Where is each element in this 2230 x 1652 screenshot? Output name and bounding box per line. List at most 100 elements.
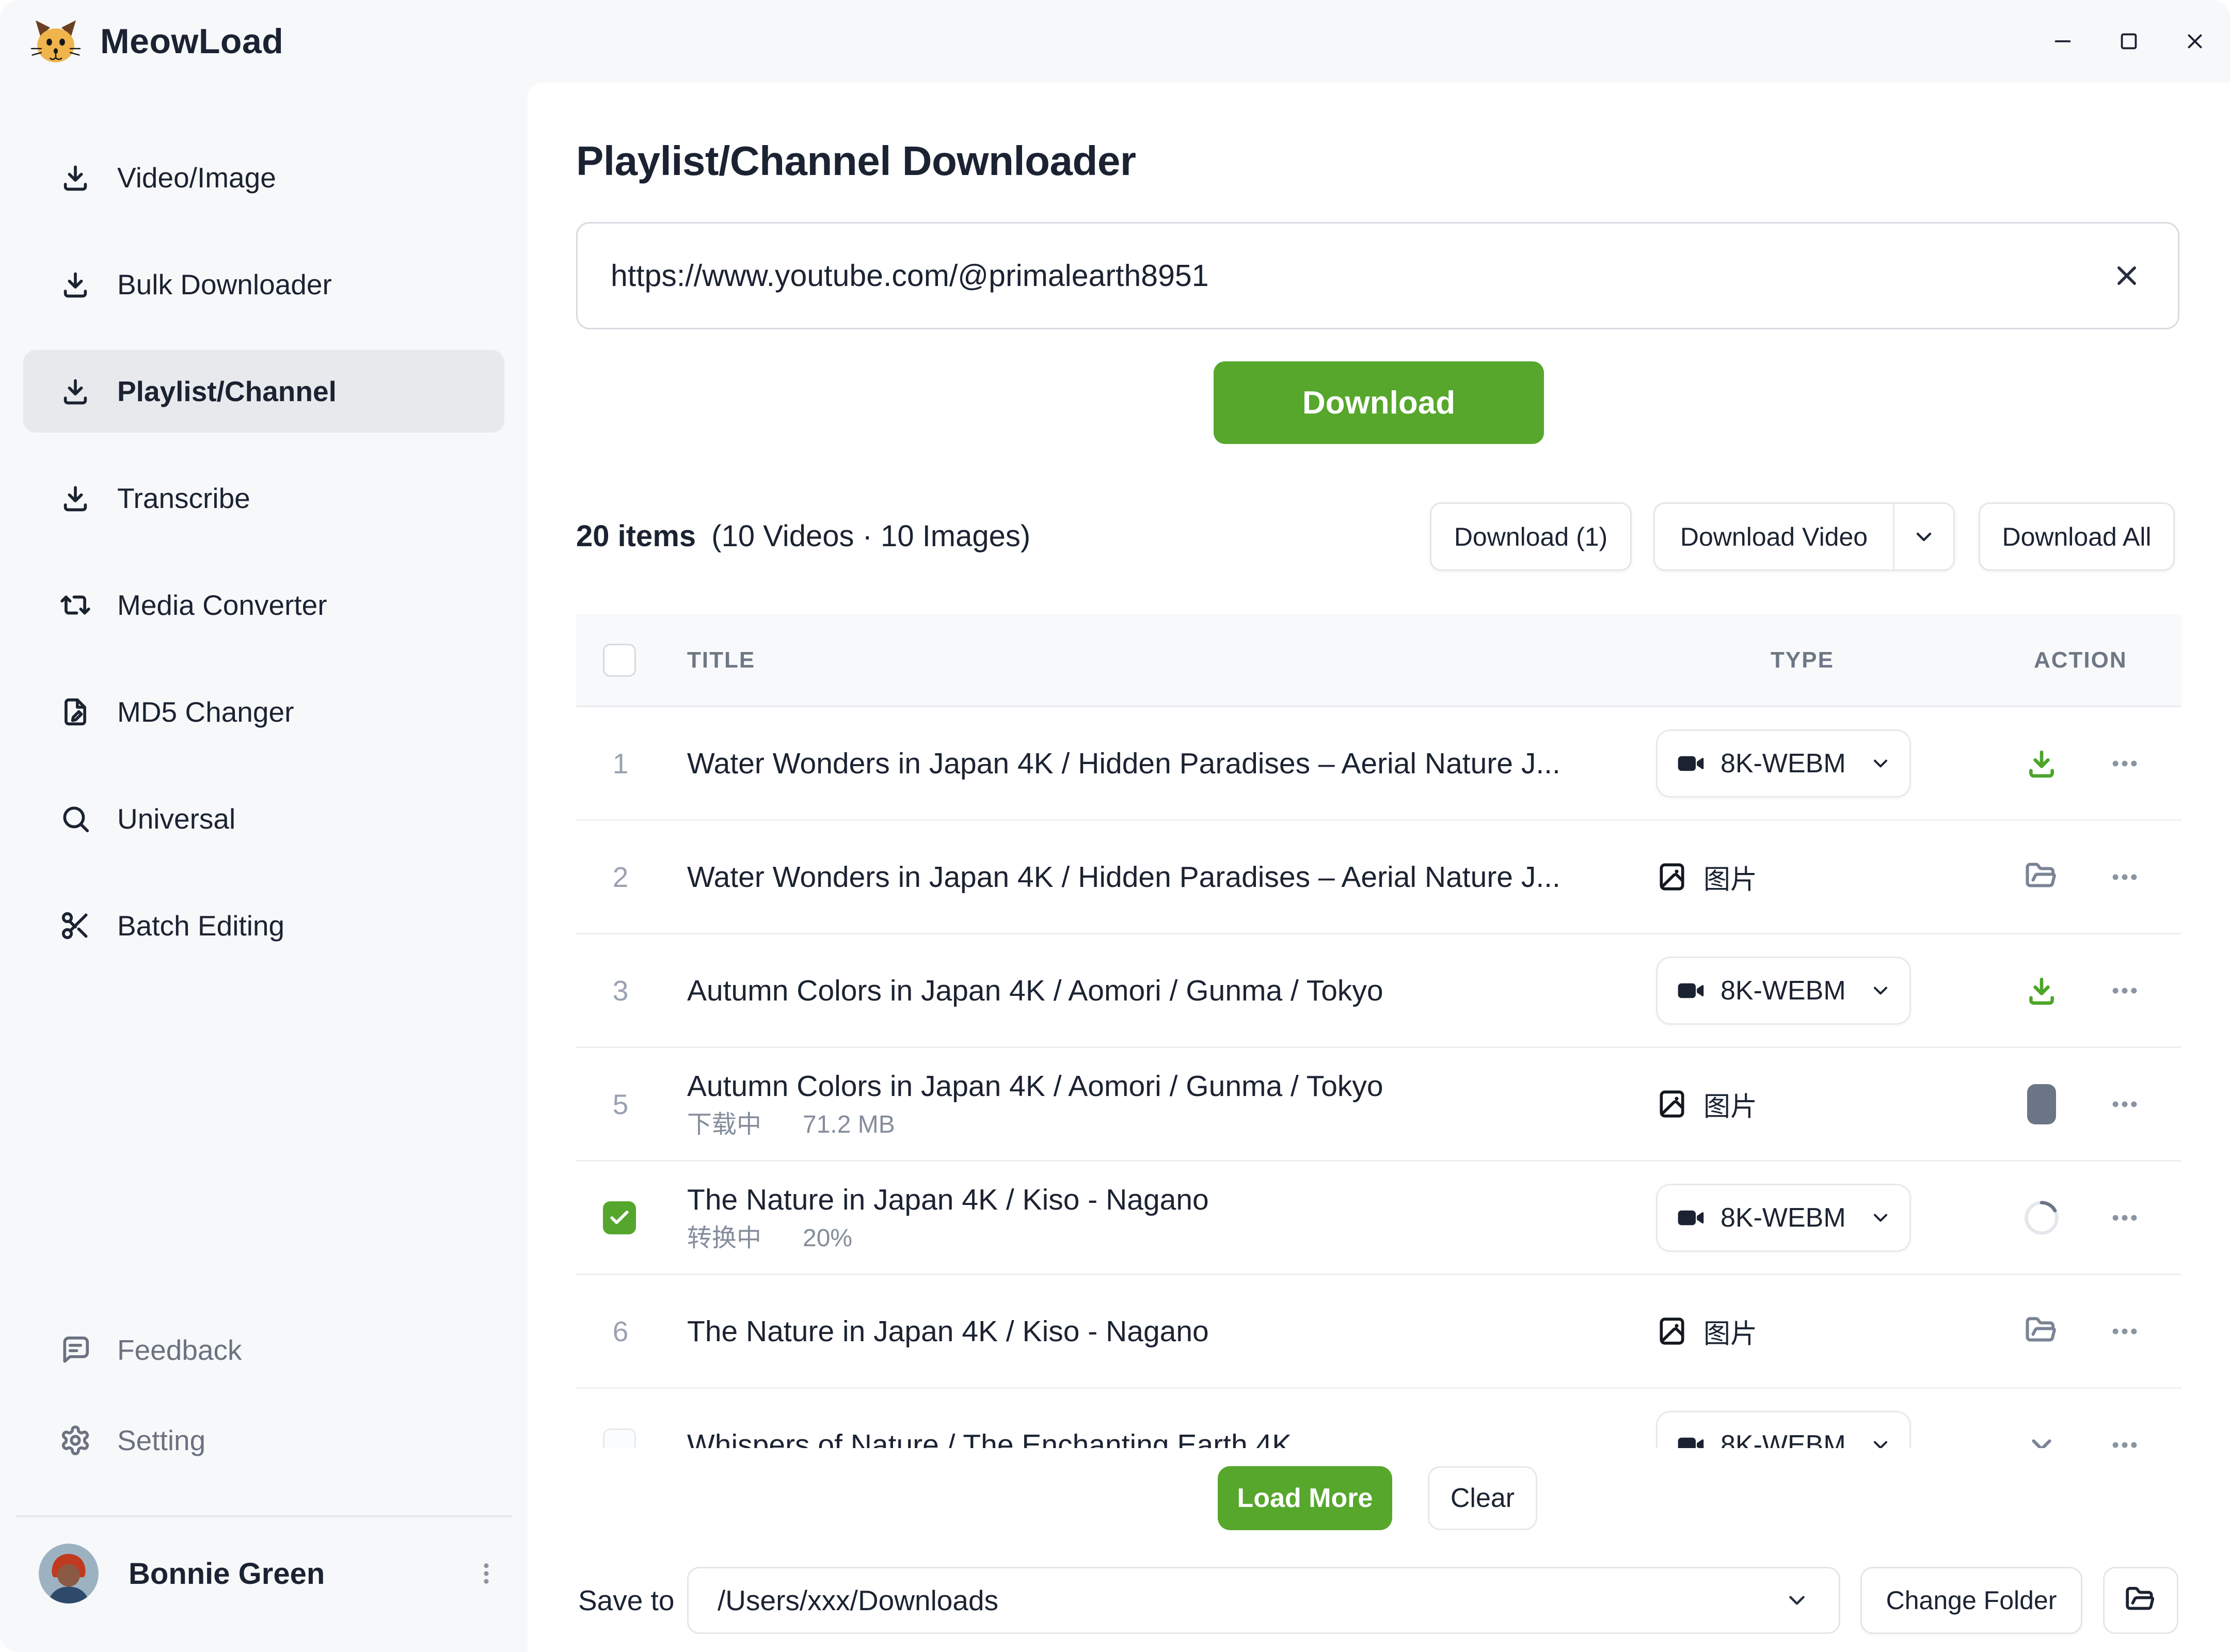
sidebar-item-label: Video/Image xyxy=(117,161,276,194)
video-camera-icon xyxy=(1675,1429,1707,1449)
row-open-folder-button[interactable] xyxy=(2016,1306,2067,1357)
row-download-button[interactable] xyxy=(2016,738,2067,789)
ellipsis-icon xyxy=(2108,1087,2142,1121)
folder-open-icon xyxy=(2025,1314,2059,1348)
page-title: Playlist/Channel Downloader xyxy=(576,137,1136,185)
row-download-button[interactable] xyxy=(2016,965,2067,1016)
format-value: 8K-WEBM xyxy=(1721,975,1846,1006)
more-options-button[interactable] xyxy=(2099,1419,2151,1449)
row-index: 3 xyxy=(595,974,646,1007)
select-all-checkbox[interactable] xyxy=(603,644,636,677)
row-index: 2 xyxy=(595,861,646,894)
type-image-text: 图片 xyxy=(1703,1085,1757,1123)
sidebar-item-transcribe[interactable]: Transcribe xyxy=(23,457,504,539)
image-icon xyxy=(1656,1088,1688,1120)
more-options-button[interactable] xyxy=(2099,965,2151,1016)
avatar xyxy=(39,1544,99,1603)
more-options-button[interactable] xyxy=(2099,1192,2151,1244)
download-icon xyxy=(2025,974,2059,1008)
more-options-button[interactable] xyxy=(2099,738,2151,789)
type-image-text: 图片 xyxy=(1703,1312,1757,1351)
table-row: 5 Autumn Colors in Japan 4K / Aomori / G… xyxy=(576,1048,2181,1162)
ellipsis-icon xyxy=(2108,1314,2142,1348)
load-more-button[interactable]: Load More xyxy=(1218,1466,1392,1530)
sidebar-item-media-converter[interactable]: Media Converter xyxy=(23,564,504,646)
row-title: The Nature in Japan 4K / Kiso - Nagano xyxy=(687,1183,1603,1217)
items-detail: (10 Videos · 10 Images) xyxy=(711,519,1030,553)
row-title: Water Wonders in Japan 4K / Hidden Parad… xyxy=(687,860,1603,894)
maximize-button[interactable] xyxy=(2114,27,2143,56)
video-camera-icon xyxy=(1675,1202,1707,1234)
clear-url-icon[interactable] xyxy=(2109,258,2145,294)
user-menu-button[interactable] xyxy=(468,1550,504,1597)
row-expand-button[interactable] xyxy=(2016,1419,2067,1449)
row-open-folder-button[interactable] xyxy=(2016,851,2067,903)
row-stop-button[interactable] xyxy=(2016,1078,2067,1130)
more-options-button[interactable] xyxy=(2099,1306,2151,1357)
clear-button[interactable]: Clear xyxy=(1428,1466,1537,1530)
format-value: 8K-WEBM xyxy=(1721,1202,1846,1233)
sidebar-item-playlist-channel[interactable]: Playlist/Channel xyxy=(23,350,504,433)
sidebar-item-md5-changer[interactable]: MD5 Changer xyxy=(23,671,504,753)
user-name: Bonnie Green xyxy=(129,1556,468,1591)
chevron-down-icon xyxy=(1784,1587,1810,1613)
sidebar-item-feedback[interactable]: Feedback xyxy=(23,1309,504,1391)
row-checkbox[interactable] xyxy=(603,1201,636,1234)
save-path-select[interactable]: /Users/xxx/Downloads xyxy=(687,1567,1840,1634)
type-image-label: 图片 xyxy=(1656,1085,1757,1123)
type-image-text: 图片 xyxy=(1703,857,1757,896)
image-icon xyxy=(1656,1315,1688,1347)
row-title: Whispers of Nature / The Enchanting Eart… xyxy=(687,1428,1603,1449)
download-video-dropdown[interactable] xyxy=(1894,525,1953,549)
feedback-icon xyxy=(59,1334,91,1366)
user-row: Bonnie Green xyxy=(23,1534,504,1613)
table-row: The Nature in Japan 4K / Kiso - Nagano 转… xyxy=(576,1162,2181,1275)
sidebar-item-setting[interactable]: Setting xyxy=(23,1399,504,1482)
ellipsis-icon xyxy=(2108,1201,2142,1235)
more-options-button[interactable] xyxy=(2099,1078,2151,1130)
minimize-button[interactable] xyxy=(2048,27,2077,56)
change-folder-button[interactable]: Change Folder xyxy=(1860,1567,2082,1634)
sidebar-item-label: Transcribe xyxy=(117,482,250,515)
main-panel: Playlist/Channel Downloader https://www.… xyxy=(528,83,2230,1652)
kebab-menu-icon xyxy=(473,1560,500,1587)
download-all-button[interactable]: Download All xyxy=(1979,502,2175,571)
format-select[interactable]: 8K-WEBM xyxy=(1656,729,1911,798)
sidebar-footer-nav: FeedbackSetting xyxy=(23,1309,504,1489)
search-icon xyxy=(59,803,91,835)
download-selected-button[interactable]: Download (1) xyxy=(1430,502,1632,571)
sidebar-item-universal[interactable]: Universal xyxy=(23,777,504,860)
download-video-split-button[interactable]: Download Video xyxy=(1653,502,1955,571)
video-camera-icon xyxy=(1675,975,1707,1007)
row-index: 6 xyxy=(595,1315,646,1348)
cat-logo-icon xyxy=(30,15,82,67)
row-status: 转换中 20% xyxy=(687,1224,1603,1253)
sidebar-item-batch-editing[interactable]: Batch Editing xyxy=(23,884,504,967)
open-folder-button[interactable] xyxy=(2103,1567,2178,1634)
type-image-label: 图片 xyxy=(1656,1312,1757,1351)
chevron-down-icon xyxy=(1869,1206,1892,1229)
table-header: TITLE TYPE ACTION xyxy=(576,614,2181,707)
url-input[interactable]: https://www.youtube.com/@primalearth8951 xyxy=(576,222,2179,329)
status-value: 71.2 MB xyxy=(803,1110,895,1139)
format-select[interactable]: 8K-WEBM xyxy=(1656,1184,1911,1252)
sidebar-item-video-image[interactable]: Video/Image xyxy=(23,136,504,219)
folder-open-icon xyxy=(2125,1584,2157,1616)
items-count: 20 items xyxy=(576,519,696,553)
chevron-down-icon xyxy=(1869,979,1892,1002)
title-bar: MeowLoad xyxy=(0,0,2230,83)
chevron-down-icon xyxy=(1869,752,1892,775)
format-select[interactable]: 8K-WEBM xyxy=(1656,1411,1911,1449)
sidebar-item-bulk-downloader[interactable]: Bulk Downloader xyxy=(23,243,504,326)
row-title-cell: Water Wonders in Japan 4K / Hidden Parad… xyxy=(687,746,1603,781)
download-button[interactable]: Download xyxy=(1214,361,1544,444)
more-options-button[interactable] xyxy=(2099,851,2151,903)
close-button[interactable] xyxy=(2180,27,2209,56)
sidebar-item-label: Bulk Downloader xyxy=(117,268,332,301)
download-video-label: Download Video xyxy=(1655,522,1893,552)
check-icon xyxy=(608,1206,631,1229)
sidebar-item-label: Universal xyxy=(117,802,235,835)
row-checkbox[interactable] xyxy=(603,1428,636,1449)
column-action: ACTION xyxy=(2034,647,2127,673)
format-select[interactable]: 8K-WEBM xyxy=(1656,957,1911,1025)
